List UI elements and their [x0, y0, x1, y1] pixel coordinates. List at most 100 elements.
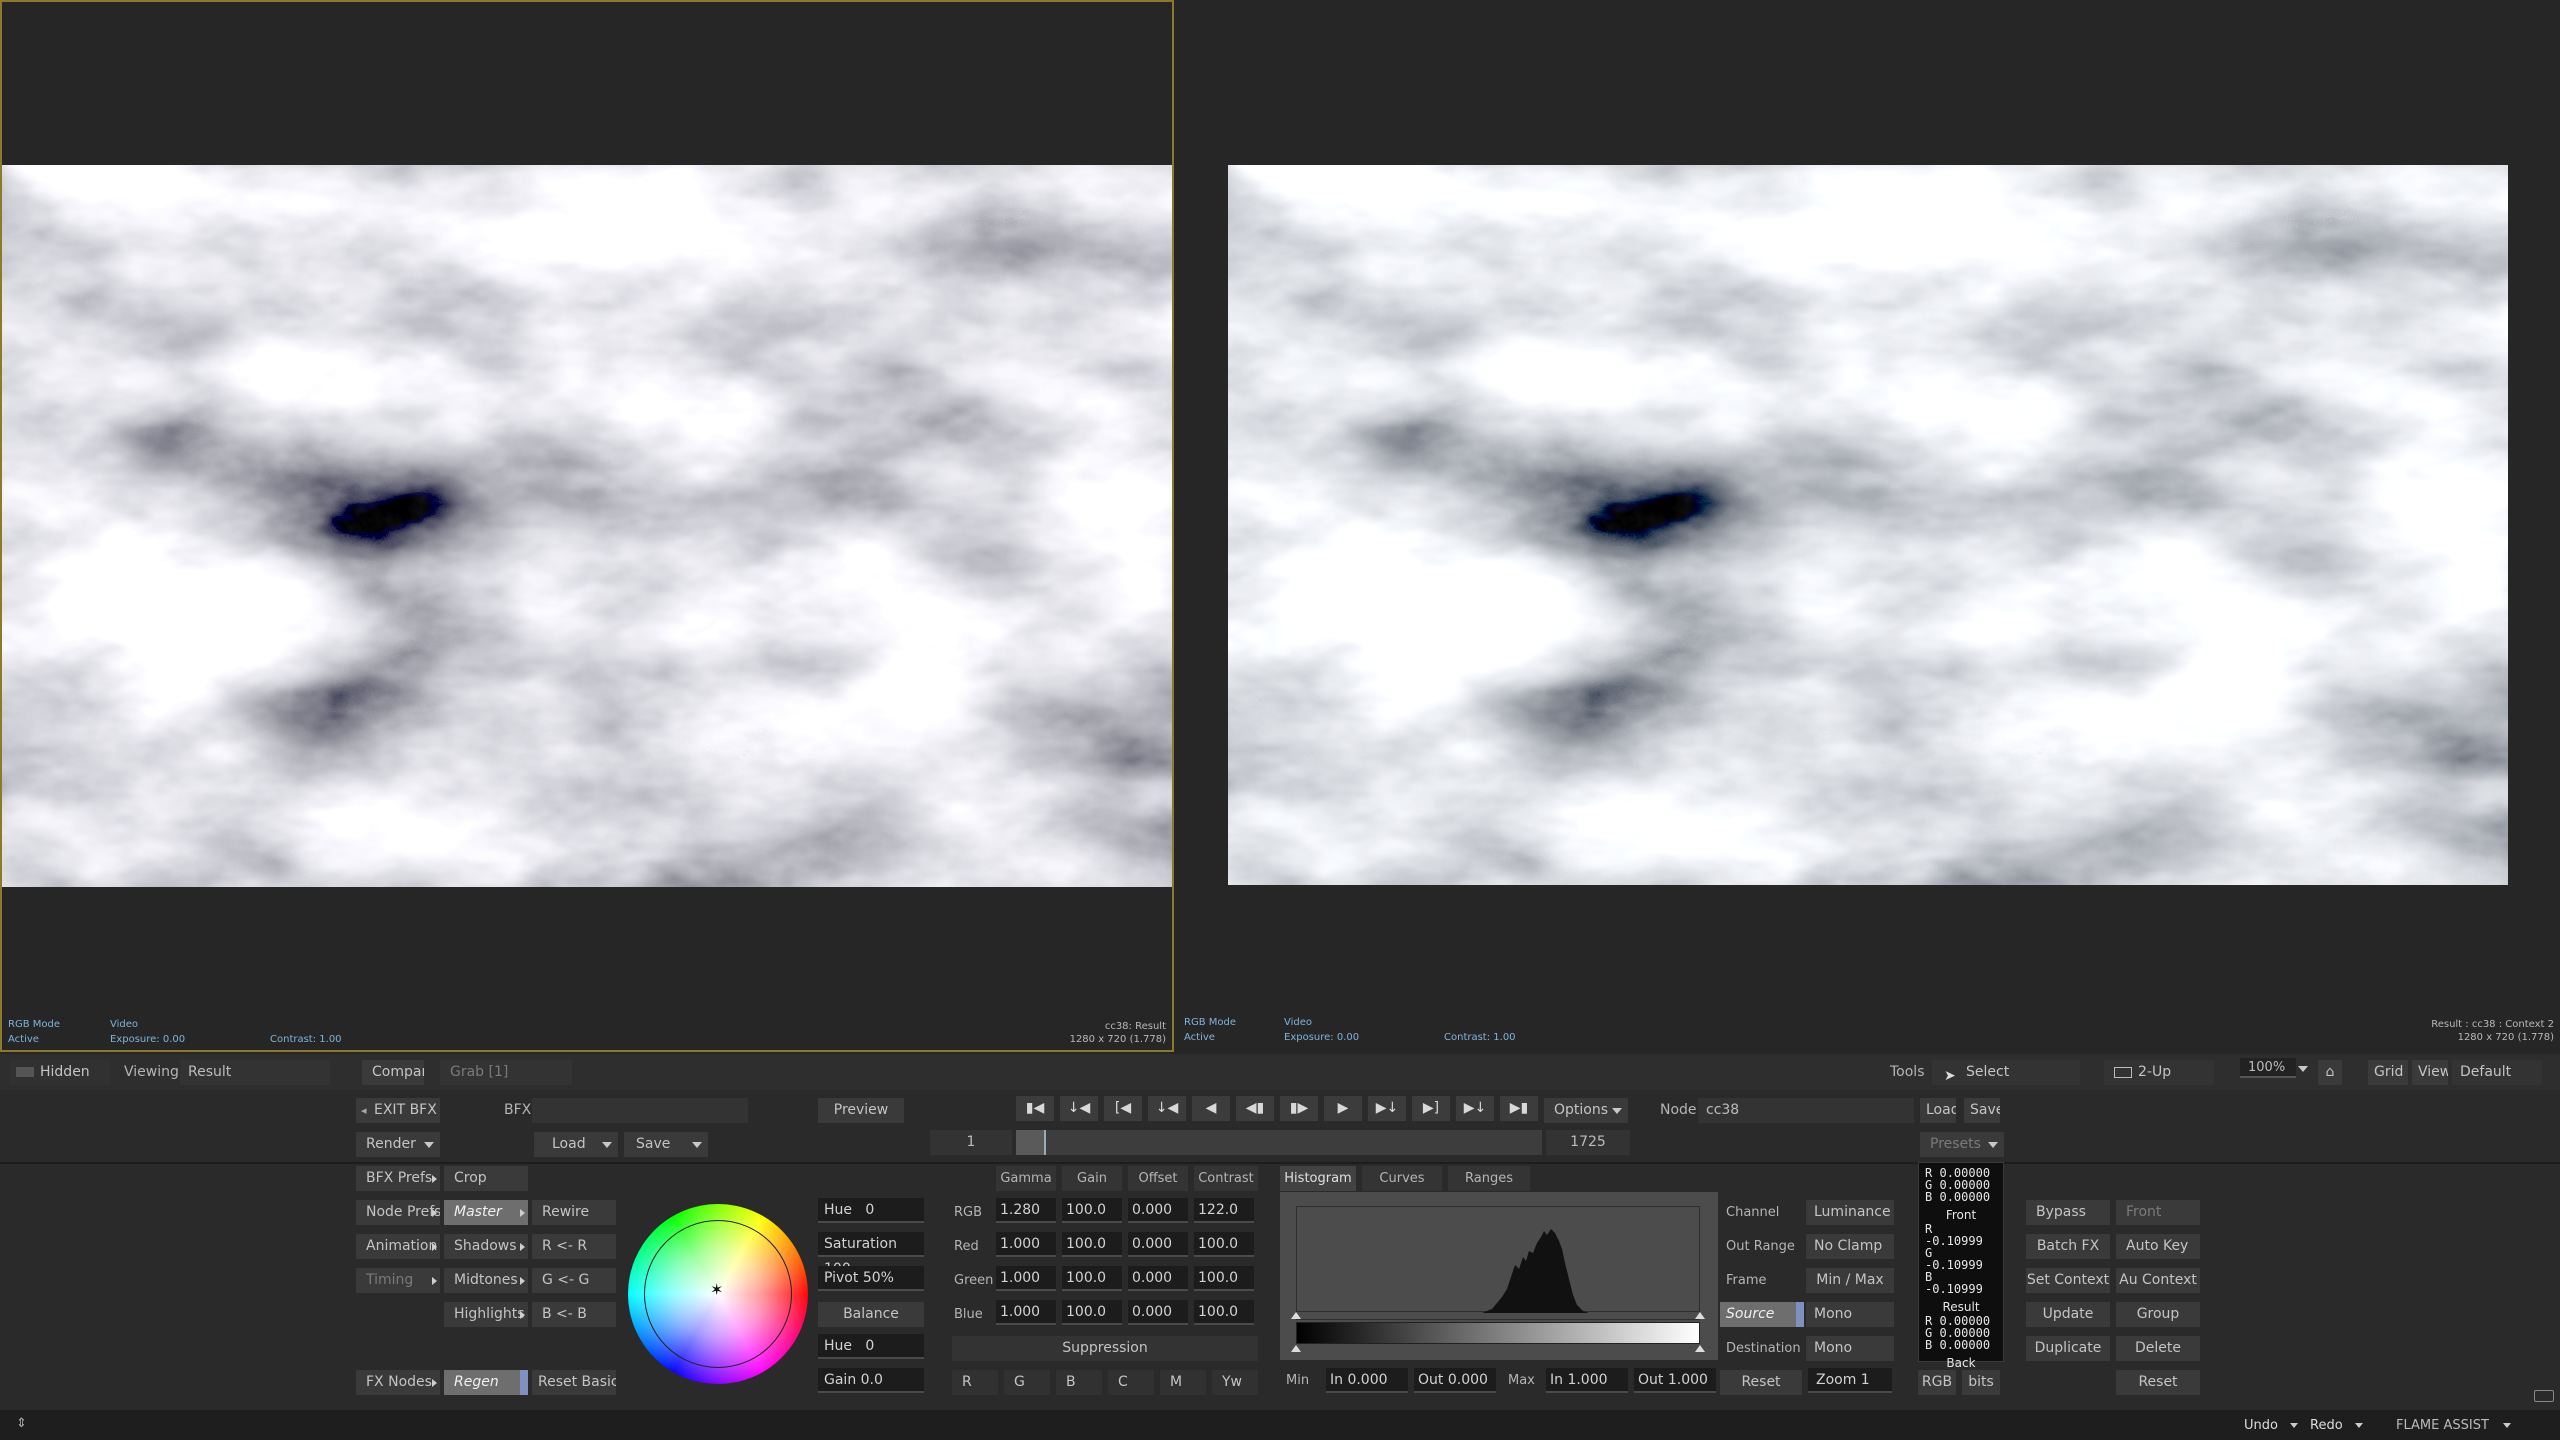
green-contrast-field[interactable]: 100.0	[1194, 1266, 1254, 1291]
source-button[interactable]: Source	[1720, 1302, 1796, 1327]
rgb-gamma-field[interactable]: 1.280	[996, 1198, 1056, 1223]
source-select[interactable]: Mono	[1806, 1302, 1894, 1327]
gain-field[interactable]: Gain 0.0	[818, 1368, 924, 1393]
node-save-button[interactable]: Save	[1964, 1098, 2000, 1123]
reset-button[interactable]: Reset	[2116, 1370, 2200, 1395]
viewport-left[interactable]: RGB Mode Active Video Exposure: 0.00 Con…	[0, 0, 1174, 1052]
rgb-offset-field[interactable]: 0.000	[1128, 1198, 1188, 1223]
red-contrast-field[interactable]: 100.0	[1194, 1232, 1254, 1257]
playhead[interactable]	[1044, 1130, 1046, 1155]
save-setup-button[interactable]: Save	[624, 1132, 708, 1157]
timeline-scrubber[interactable]	[1016, 1130, 1542, 1155]
frame-end-field[interactable]: 1725	[1546, 1130, 1630, 1155]
input-max-marker-icon[interactable]	[1695, 1312, 1705, 1319]
prev-mark-icon[interactable]: ↓◀	[1148, 1096, 1186, 1121]
keyboard-icon[interactable]	[2534, 1390, 2554, 1402]
app-menu[interactable]: FLAME ASSIST	[2396, 1418, 2511, 1433]
redo-button[interactable]: Redo	[2310, 1418, 2363, 1433]
input-min-marker-icon[interactable]	[1291, 1312, 1301, 1319]
expand-icon[interactable]: ⇕	[16, 1416, 27, 1431]
supp-c-button[interactable]: C	[1108, 1370, 1154, 1395]
bypass-button[interactable]: Bypass	[2026, 1200, 2110, 1225]
supp-m-button[interactable]: M	[1160, 1370, 1206, 1395]
node-prefs-button[interactable]: Node Prefs	[356, 1200, 440, 1225]
red-gamma-field[interactable]: 1.000	[996, 1232, 1056, 1257]
timing-button[interactable]: Timing	[356, 1268, 440, 1293]
tab-curves[interactable]: Curves	[1362, 1166, 1442, 1191]
color-wheel[interactable]: ✶	[628, 1204, 808, 1384]
set-in-icon[interactable]: [◀	[1104, 1096, 1142, 1121]
delete-button[interactable]: Delete	[2116, 1336, 2200, 1361]
green-gamma-field[interactable]: 1.000	[996, 1266, 1056, 1291]
step-forward-icon[interactable]: ▶↓	[1368, 1096, 1406, 1121]
layout-button[interactable]: 2-Up	[2104, 1060, 2214, 1085]
shadows-button[interactable]: Shadows	[444, 1234, 528, 1259]
exit-bfx-button[interactable]: ◂ EXIT BFX	[356, 1098, 440, 1123]
node-load-button[interactable]: Load	[1920, 1098, 1956, 1123]
default-view-select[interactable]: Default	[2452, 1060, 2542, 1085]
home-icon[interactable]: ⌂	[2318, 1060, 2342, 1085]
rewire-button[interactable]: Rewire	[532, 1200, 616, 1225]
rgb-readout-button[interactable]: RGB	[1918, 1370, 1956, 1395]
go-to-end-icon[interactable]: ▶▮	[1500, 1096, 1538, 1121]
output-max-marker-icon[interactable]	[1695, 1345, 1705, 1352]
saturation-field[interactable]: Saturation 100	[818, 1232, 924, 1277]
bfx-name-field[interactable]	[532, 1098, 748, 1123]
duplicate-button[interactable]: Duplicate	[2026, 1336, 2110, 1361]
frame-start-field[interactable]: 1	[930, 1130, 1012, 1155]
presets-button[interactable]: Presets	[1920, 1132, 2004, 1157]
pause-icon[interactable]: ▮▶	[1280, 1096, 1318, 1121]
green-offset-field[interactable]: 0.000	[1128, 1266, 1188, 1291]
blue-gain-field[interactable]: 100.0	[1062, 1300, 1122, 1325]
zoom-dropdown-icon[interactable]	[2298, 1066, 2308, 1072]
red-gain-field[interactable]: 100.0	[1062, 1232, 1122, 1257]
group-button[interactable]: Group	[2116, 1302, 2200, 1327]
undo-button[interactable]: Undo	[2244, 1418, 2298, 1433]
hue-field[interactable]: Hue 0	[818, 1198, 924, 1223]
bits-readout-button[interactable]: bits	[1962, 1370, 2000, 1395]
output-min-marker-icon[interactable]	[1291, 1345, 1301, 1352]
in-max-field[interactable]: In 1.000	[1546, 1368, 1628, 1393]
preview-button[interactable]: Preview	[818, 1098, 904, 1123]
hue-secondary-field[interactable]: Hue 0	[818, 1334, 924, 1359]
grid-button[interactable]: Grid	[2368, 1060, 2408, 1085]
next-keyframe-icon[interactable]: ▶↓	[1456, 1096, 1494, 1121]
output-gradient-bar[interactable]	[1296, 1322, 1700, 1344]
load-setup-button[interactable]: Load	[534, 1132, 618, 1157]
viewport-right[interactable]: RGB Mode Active Video Exposure: 0.00 Con…	[1176, 0, 2560, 1052]
master-button[interactable]: Master	[444, 1200, 528, 1225]
histogram-reset-button[interactable]: Reset	[1720, 1370, 1802, 1395]
bfx-prefs-button[interactable]: BFX Prefs	[356, 1166, 440, 1191]
fx-nodes-button[interactable]: FX Nodes	[356, 1370, 440, 1395]
grab-button[interactable]: Grab [1]	[440, 1060, 572, 1085]
prev-keyframe-icon[interactable]: ↓◀	[1060, 1096, 1098, 1121]
out-range-select[interactable]: No Clamp	[1806, 1234, 1894, 1259]
update-button[interactable]: Update	[2026, 1302, 2110, 1327]
node-name-field[interactable]: cc38	[1698, 1098, 1914, 1123]
blue-contrast-field[interactable]: 100.0	[1194, 1300, 1254, 1325]
hidden-button[interactable]: Hidden	[10, 1060, 110, 1085]
tab-ranges[interactable]: Ranges	[1448, 1166, 1530, 1191]
out-min-field[interactable]: Out 0.000	[1414, 1368, 1496, 1393]
g-from-g-button[interactable]: G <- G	[532, 1268, 616, 1293]
zoom-field[interactable]: 100%	[2240, 1058, 2296, 1078]
zoom-histogram-field[interactable]: Zoom 1	[1808, 1368, 1892, 1393]
play-icon[interactable]: ▶	[1324, 1096, 1362, 1121]
pivot-field[interactable]: Pivot 50%	[818, 1266, 924, 1291]
auto-key-button[interactable]: Auto Key	[2116, 1234, 2200, 1259]
supp-b-button[interactable]: B	[1056, 1370, 1102, 1395]
r-from-r-button[interactable]: R <- R	[532, 1234, 616, 1259]
channel-select[interactable]: Luminance	[1806, 1200, 1894, 1225]
au-context-button[interactable]: Au Context	[2116, 1268, 2200, 1293]
front-button[interactable]: Front	[2116, 1200, 2200, 1225]
in-min-field[interactable]: In 0.000	[1326, 1368, 1408, 1393]
reset-basics-button[interactable]: Reset Basics	[532, 1370, 616, 1395]
render-button[interactable]: Render	[356, 1132, 440, 1157]
frame-select[interactable]: Min / Max	[1806, 1268, 1894, 1293]
rgb-gain-field[interactable]: 100.0	[1062, 1198, 1122, 1223]
rgb-contrast-field[interactable]: 122.0	[1194, 1198, 1254, 1223]
animation-button[interactable]: Animation	[356, 1234, 440, 1259]
go-to-start-icon[interactable]: ▮◀	[1016, 1096, 1054, 1121]
highlights-button[interactable]: Highlights	[444, 1302, 528, 1327]
supp-g-button[interactable]: G	[1004, 1370, 1050, 1395]
